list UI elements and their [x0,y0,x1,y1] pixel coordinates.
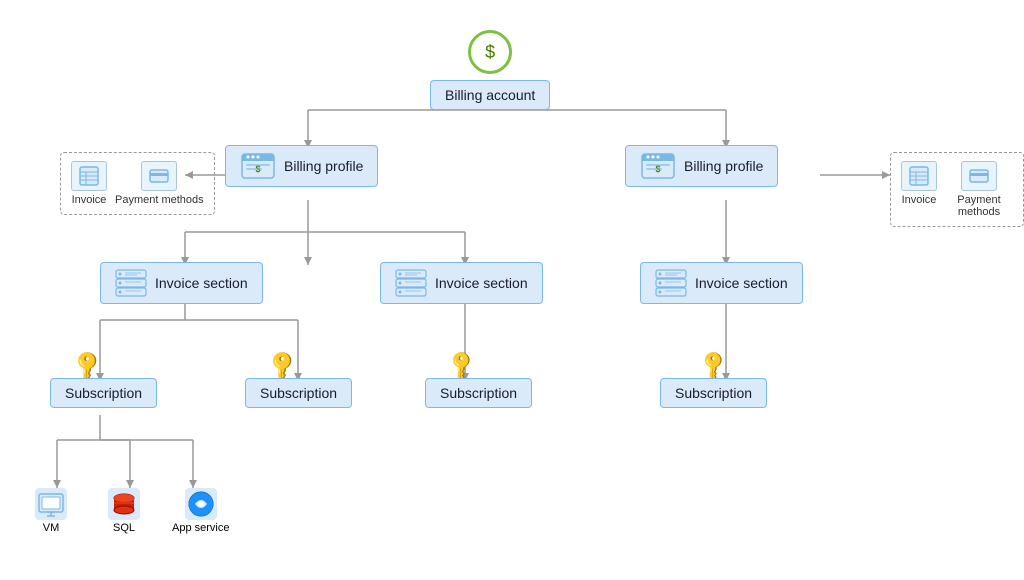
billing-account-label: Billing account [445,87,535,103]
billing-account-node: $ Billing account [430,30,550,110]
invoice-section-3-icon [655,269,687,297]
subscription-4-box: Subscription [660,378,767,408]
invoice-section-2-node: Invoice section [380,262,543,304]
subscription-3-node: Subscription [425,378,532,408]
app-service-resource: App service [172,488,229,534]
side-box-left: Invoice Payment methods [60,152,215,215]
billing-account-icon: $ [468,30,512,74]
app-service-resource-node: App service [172,488,229,534]
left-dashed-container: Invoice Payment methods [60,152,215,215]
subscription-4-label: Subscription [675,385,752,401]
billing-profile-left-box: $ Billing profile [225,145,378,187]
billing-profile-right-label: Billing profile [684,158,763,174]
left-payment-label: Payment methods [115,194,204,206]
right-invoice-item: Invoice [901,161,937,206]
sql-resource: SQL [108,488,140,534]
subscription-2-box: Subscription [245,378,352,408]
invoice-section-2-label: Invoice section [435,275,528,291]
sql-resource-node: SQL [108,488,140,534]
left-invoice-item: Invoice [71,161,107,206]
subscription-1-node: Subscription [50,378,157,408]
invoice-section-1-label: Invoice section [155,275,248,291]
side-box-right: Invoice Payment methods [890,152,1024,227]
app-service-icon [185,488,217,520]
invoice-section-1-node: Invoice section [100,262,263,304]
billing-hierarchy-diagram: $ Billing account [0,0,1024,580]
billing-profile-right-icon: $ [640,152,676,180]
invoice-section-1-icon [115,269,147,297]
invoice-section-2-box: Invoice section [380,262,543,304]
subscription-2-label: Subscription [260,385,337,401]
sql-icon [108,488,140,520]
vm-label: VM [43,522,60,534]
subscription-4-node: Subscription [660,378,767,408]
right-dashed-container: Invoice Payment methods [890,152,1024,227]
app-service-label: App service [172,522,229,534]
subscription-3-label: Subscription [440,385,517,401]
subscription-1-box: Subscription [50,378,157,408]
billing-profile-left-label: Billing profile [284,158,363,174]
billing-profile-right-node: $ Billing profile [625,145,778,187]
invoice-section-3-box: Invoice section [640,262,803,304]
right-payment-item: Payment methods [945,161,1013,218]
invoice-section-3-label: Invoice section [695,275,788,291]
billing-profile-right-box: $ Billing profile [625,145,778,187]
billing-profile-left-icon: $ [240,152,276,180]
invoice-section-1-box: Invoice section [100,262,263,304]
right-invoice-icon [901,161,937,191]
vm-resource-node: VM [35,488,67,534]
right-payment-icon [961,161,997,191]
right-invoice-label: Invoice [902,194,937,206]
subscription-3-box: Subscription [425,378,532,408]
vm-resource: VM [35,488,67,534]
subscription-2-node: Subscription [245,378,352,408]
left-side-items: Invoice Payment methods [71,161,204,206]
billing-profile-left-node: $ Billing profile [225,145,378,187]
billing-account-box: Billing account [430,80,550,110]
invoice-section-2-icon [395,269,427,297]
invoice-section-3-node: Invoice section [640,262,803,304]
left-payment-item: Payment methods [115,161,204,206]
left-invoice-label: Invoice [72,194,107,206]
right-side-items: Invoice Payment methods [901,161,1013,218]
left-invoice-icon [71,161,107,191]
right-payment-label: Payment methods [945,194,1013,218]
subscription-1-label: Subscription [65,385,142,401]
key-icon-3: 🔑 [448,353,475,379]
left-payment-icon [141,161,177,191]
sql-label: SQL [113,522,135,534]
vm-icon [35,488,67,520]
key-icon-4: 🔑 [700,353,727,379]
